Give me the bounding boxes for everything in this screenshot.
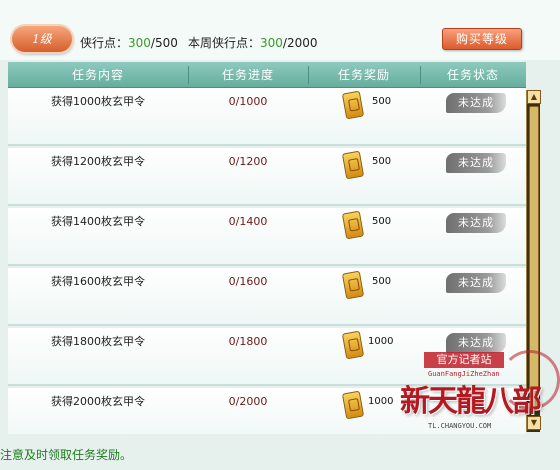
task-reward: 500 xyxy=(308,208,420,266)
reward-amount: 500 xyxy=(372,96,392,107)
table-row: 获得1400枚玄甲令 0/1400 500 未达成 xyxy=(8,208,526,266)
points-stat: 侠行点：300/500 xyxy=(80,34,178,51)
points-current: 300 xyxy=(128,36,151,50)
task-progress: 0/2000 xyxy=(228,395,268,408)
task-reward: 500 xyxy=(308,148,420,206)
points-max: /500 xyxy=(150,36,178,50)
reward-amount: 500 xyxy=(372,276,392,287)
task-status: 未达成 xyxy=(420,88,526,146)
token-icon[interactable] xyxy=(341,270,365,300)
token-icon[interactable] xyxy=(341,90,365,120)
task-content: 获得1200枚玄甲令 xyxy=(51,155,145,168)
status-stamp: 未达成 xyxy=(446,153,506,173)
task-progress: 0/1800 xyxy=(228,335,268,348)
task-reward: 500 xyxy=(308,268,420,326)
status-stamp: 未达成 xyxy=(446,273,506,293)
column-header-status: 任务状态 xyxy=(446,68,499,82)
table-row: 获得1600枚玄甲令 0/1600 500 未达成 xyxy=(8,268,526,326)
column-header-reward: 任务奖励 xyxy=(337,68,390,82)
task-content: 获得2000枚玄甲令 xyxy=(51,395,145,408)
task-content: 获得1400枚玄甲令 xyxy=(51,215,145,228)
top-bar: 1级 侠行点：300/500 本周侠行点：300/2000 购买等级 xyxy=(0,0,560,60)
column-header-content: 任务内容 xyxy=(71,68,124,82)
weekly-points-stat: 本周侠行点：300/2000 xyxy=(188,34,318,51)
task-status: 未达成 xyxy=(420,268,526,326)
weekly-points-label: 本周侠行点： xyxy=(188,36,261,50)
task-progress: 0/1000 xyxy=(228,95,268,108)
task-reward: 500 xyxy=(308,88,420,146)
buy-level-button[interactable]: 购买等级 xyxy=(442,28,522,50)
weekly-points-max: /2000 xyxy=(282,36,318,50)
watermark-domain: TL.CHANGYOU.COM xyxy=(428,422,492,430)
task-progress: 0/1200 xyxy=(228,155,268,168)
task-status: 未达成 xyxy=(420,208,526,266)
points-label: 侠行点： xyxy=(80,36,129,50)
table-row: 获得1000枚玄甲令 0/1000 500 未达成 xyxy=(8,88,526,146)
task-progress: 0/1400 xyxy=(228,215,268,228)
task-content: 获得1600枚玄甲令 xyxy=(51,275,145,288)
task-progress: 0/1600 xyxy=(228,275,268,288)
up-arrow-icon[interactable]: ▲ xyxy=(527,90,541,104)
token-icon[interactable] xyxy=(341,330,365,360)
token-icon[interactable] xyxy=(341,390,365,420)
task-status: 未达成 xyxy=(420,148,526,206)
reward-amount: 500 xyxy=(372,216,392,227)
status-stamp: 未达成 xyxy=(446,213,506,233)
task-content: 获得1000枚玄甲令 xyxy=(51,95,145,108)
level-badge: 1级 xyxy=(12,26,72,52)
weekly-points-current: 300 xyxy=(260,36,283,50)
table-header: 任务内容 任务进度 任务奖励 任务状态 xyxy=(8,62,526,88)
status-stamp: 未达成 xyxy=(446,93,506,113)
watermark-site: 官方记者站 xyxy=(424,352,504,368)
game-logo: 新天龍八部 xyxy=(400,384,542,419)
reward-amount: 500 xyxy=(372,156,392,167)
footer-hint: 注意及时领取任务奖励。 xyxy=(0,448,133,462)
table-row: 获得1200枚玄甲令 0/1200 500 未达成 xyxy=(8,148,526,206)
column-header-progress: 任务进度 xyxy=(221,68,274,82)
task-content: 获得1800枚玄甲令 xyxy=(51,335,145,348)
token-icon[interactable] xyxy=(341,210,365,240)
watermark-logo: 官方记者站 GuanFangJiZheZhan 新天龍八部 TL.CHANGYO… xyxy=(380,340,560,440)
token-icon[interactable] xyxy=(341,150,365,180)
